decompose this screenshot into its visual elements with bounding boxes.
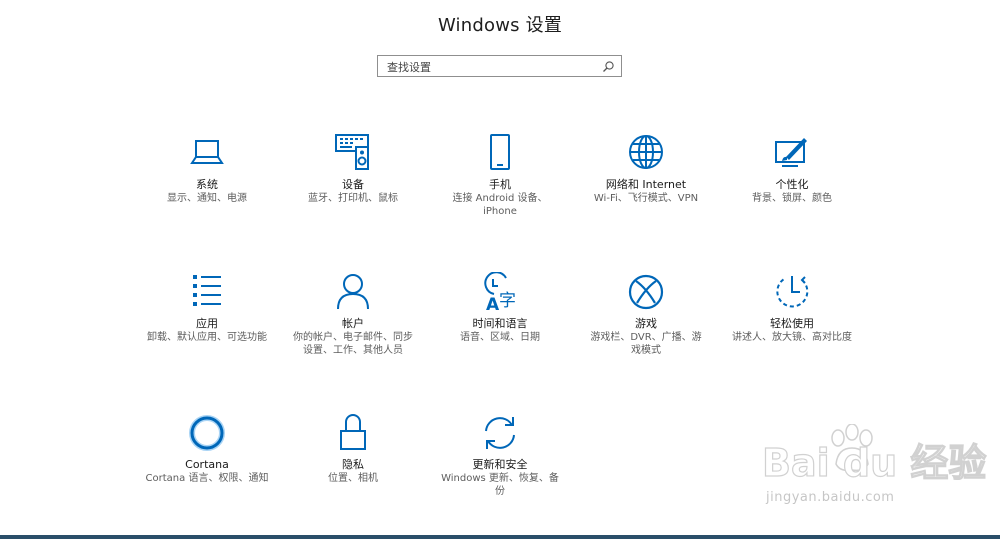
tile-gaming[interactable]: 游戏 游戏栏、DVR、广播、游戏模式 [581, 272, 711, 357]
tile-desc: 连接 Android 设备、iPhone [452, 193, 548, 217]
globe-icon [626, 133, 666, 173]
paint-monitor-icon [772, 133, 812, 173]
tile-desc: 语音、区域、日期 [460, 332, 540, 343]
tile-network[interactable]: 网络和 Internet Wi-Fi、飞行模式、VPN [581, 133, 711, 205]
tile-label: 更新和安全 [472, 458, 528, 471]
tile-label: 系统 [196, 178, 218, 191]
tile-personalization[interactable]: 个性化 背景、锁屏、颜色 [727, 133, 857, 205]
tile-label: 轻松使用 [770, 317, 814, 330]
tile-desc: 显示、通知、电源 [167, 193, 247, 204]
tile-desc: 游戏栏、DVR、广播、游戏模式 [590, 332, 702, 356]
page-title: Windows 设置 [437, 15, 563, 36]
tile-label: 应用 [196, 317, 218, 330]
list-icon [187, 272, 227, 312]
tile-desc: 蓝牙、打印机、鼠标 [308, 193, 398, 204]
tile-label: 手机 [489, 178, 511, 191]
tile-label: Cortana [185, 458, 229, 471]
tile-time-language[interactable]: A 字 时间和语言 语音、区域、日期 [435, 272, 565, 344]
svg-text:字: 字 [499, 291, 516, 311]
tile-cortana[interactable]: Cortana Cortana 语言、权限、通知 [142, 413, 272, 485]
tile-label: 隐私 [342, 458, 364, 471]
laptop-icon [187, 133, 227, 173]
tile-phone[interactable]: 手机 连接 Android 设备、iPhone [435, 133, 565, 218]
tile-devices[interactable]: 设备 蓝牙、打印机、鼠标 [288, 133, 418, 205]
tile-ease-of-access[interactable]: 轻松使用 讲述人、放大镜、高对比度 [727, 272, 857, 344]
watermark-brand: Bai du 经验 [761, 440, 987, 485]
tile-privacy[interactable]: 隐私 位置、相机 [288, 413, 418, 485]
tile-desc: Wi-Fi、飞行模式、VPN [593, 193, 699, 204]
tile-desc: Cortana 语言、权限、通知 [145, 473, 269, 484]
search-input[interactable]: 查找设置 [387, 59, 431, 75]
tile-label: 设备 [342, 178, 364, 191]
tile-label: 帐户 [342, 317, 364, 330]
tile-desc: 你的帐户、电子邮件、同步设置、工作、其他人员 [293, 332, 413, 356]
tile-desc: 背景、锁屏、颜色 [752, 193, 832, 204]
tile-desc: 讲述人、放大镜、高对比度 [732, 332, 852, 343]
tile-label: 网络和 Internet [605, 178, 687, 191]
ease-of-access-icon [772, 272, 812, 312]
lock-icon [333, 413, 373, 453]
tile-system[interactable]: 系统 显示、通知、电源 [142, 133, 272, 205]
tile-apps[interactable]: 应用 卸载、默认应用、可选功能 [142, 272, 272, 344]
sync-icon [480, 413, 520, 453]
svg-text:A: A [486, 295, 500, 312]
search-icon[interactable] [602, 60, 615, 73]
tile-desc: 位置、相机 [328, 473, 378, 484]
keyboard-speaker-icon [333, 133, 373, 173]
search-box[interactable]: 查找设置 [377, 55, 622, 77]
taskbar-edge [0, 535, 1000, 539]
cortana-icon [187, 413, 227, 453]
watermark-url: jingyan.baidu.com [766, 490, 895, 505]
tile-update-security[interactable]: 更新和安全 Windows 更新、恢复、备份 [435, 413, 565, 498]
tile-desc: 卸载、默认应用、可选功能 [147, 332, 267, 343]
phone-icon [480, 133, 520, 173]
tile-desc: Windows 更新、恢复、备份 [441, 473, 559, 497]
tile-accounts[interactable]: 帐户 你的帐户、电子邮件、同步设置、工作、其他人员 [288, 272, 418, 357]
xbox-icon [626, 272, 666, 312]
time-language-icon: A 字 [480, 272, 520, 312]
tile-label: 游戏 [635, 317, 657, 330]
tile-label: 个性化 [775, 178, 809, 191]
baidu-watermark: Bai du 经验 jingyan.baidu.com [761, 424, 987, 520]
tile-label: 时间和语言 [472, 317, 528, 330]
person-icon [333, 272, 373, 312]
